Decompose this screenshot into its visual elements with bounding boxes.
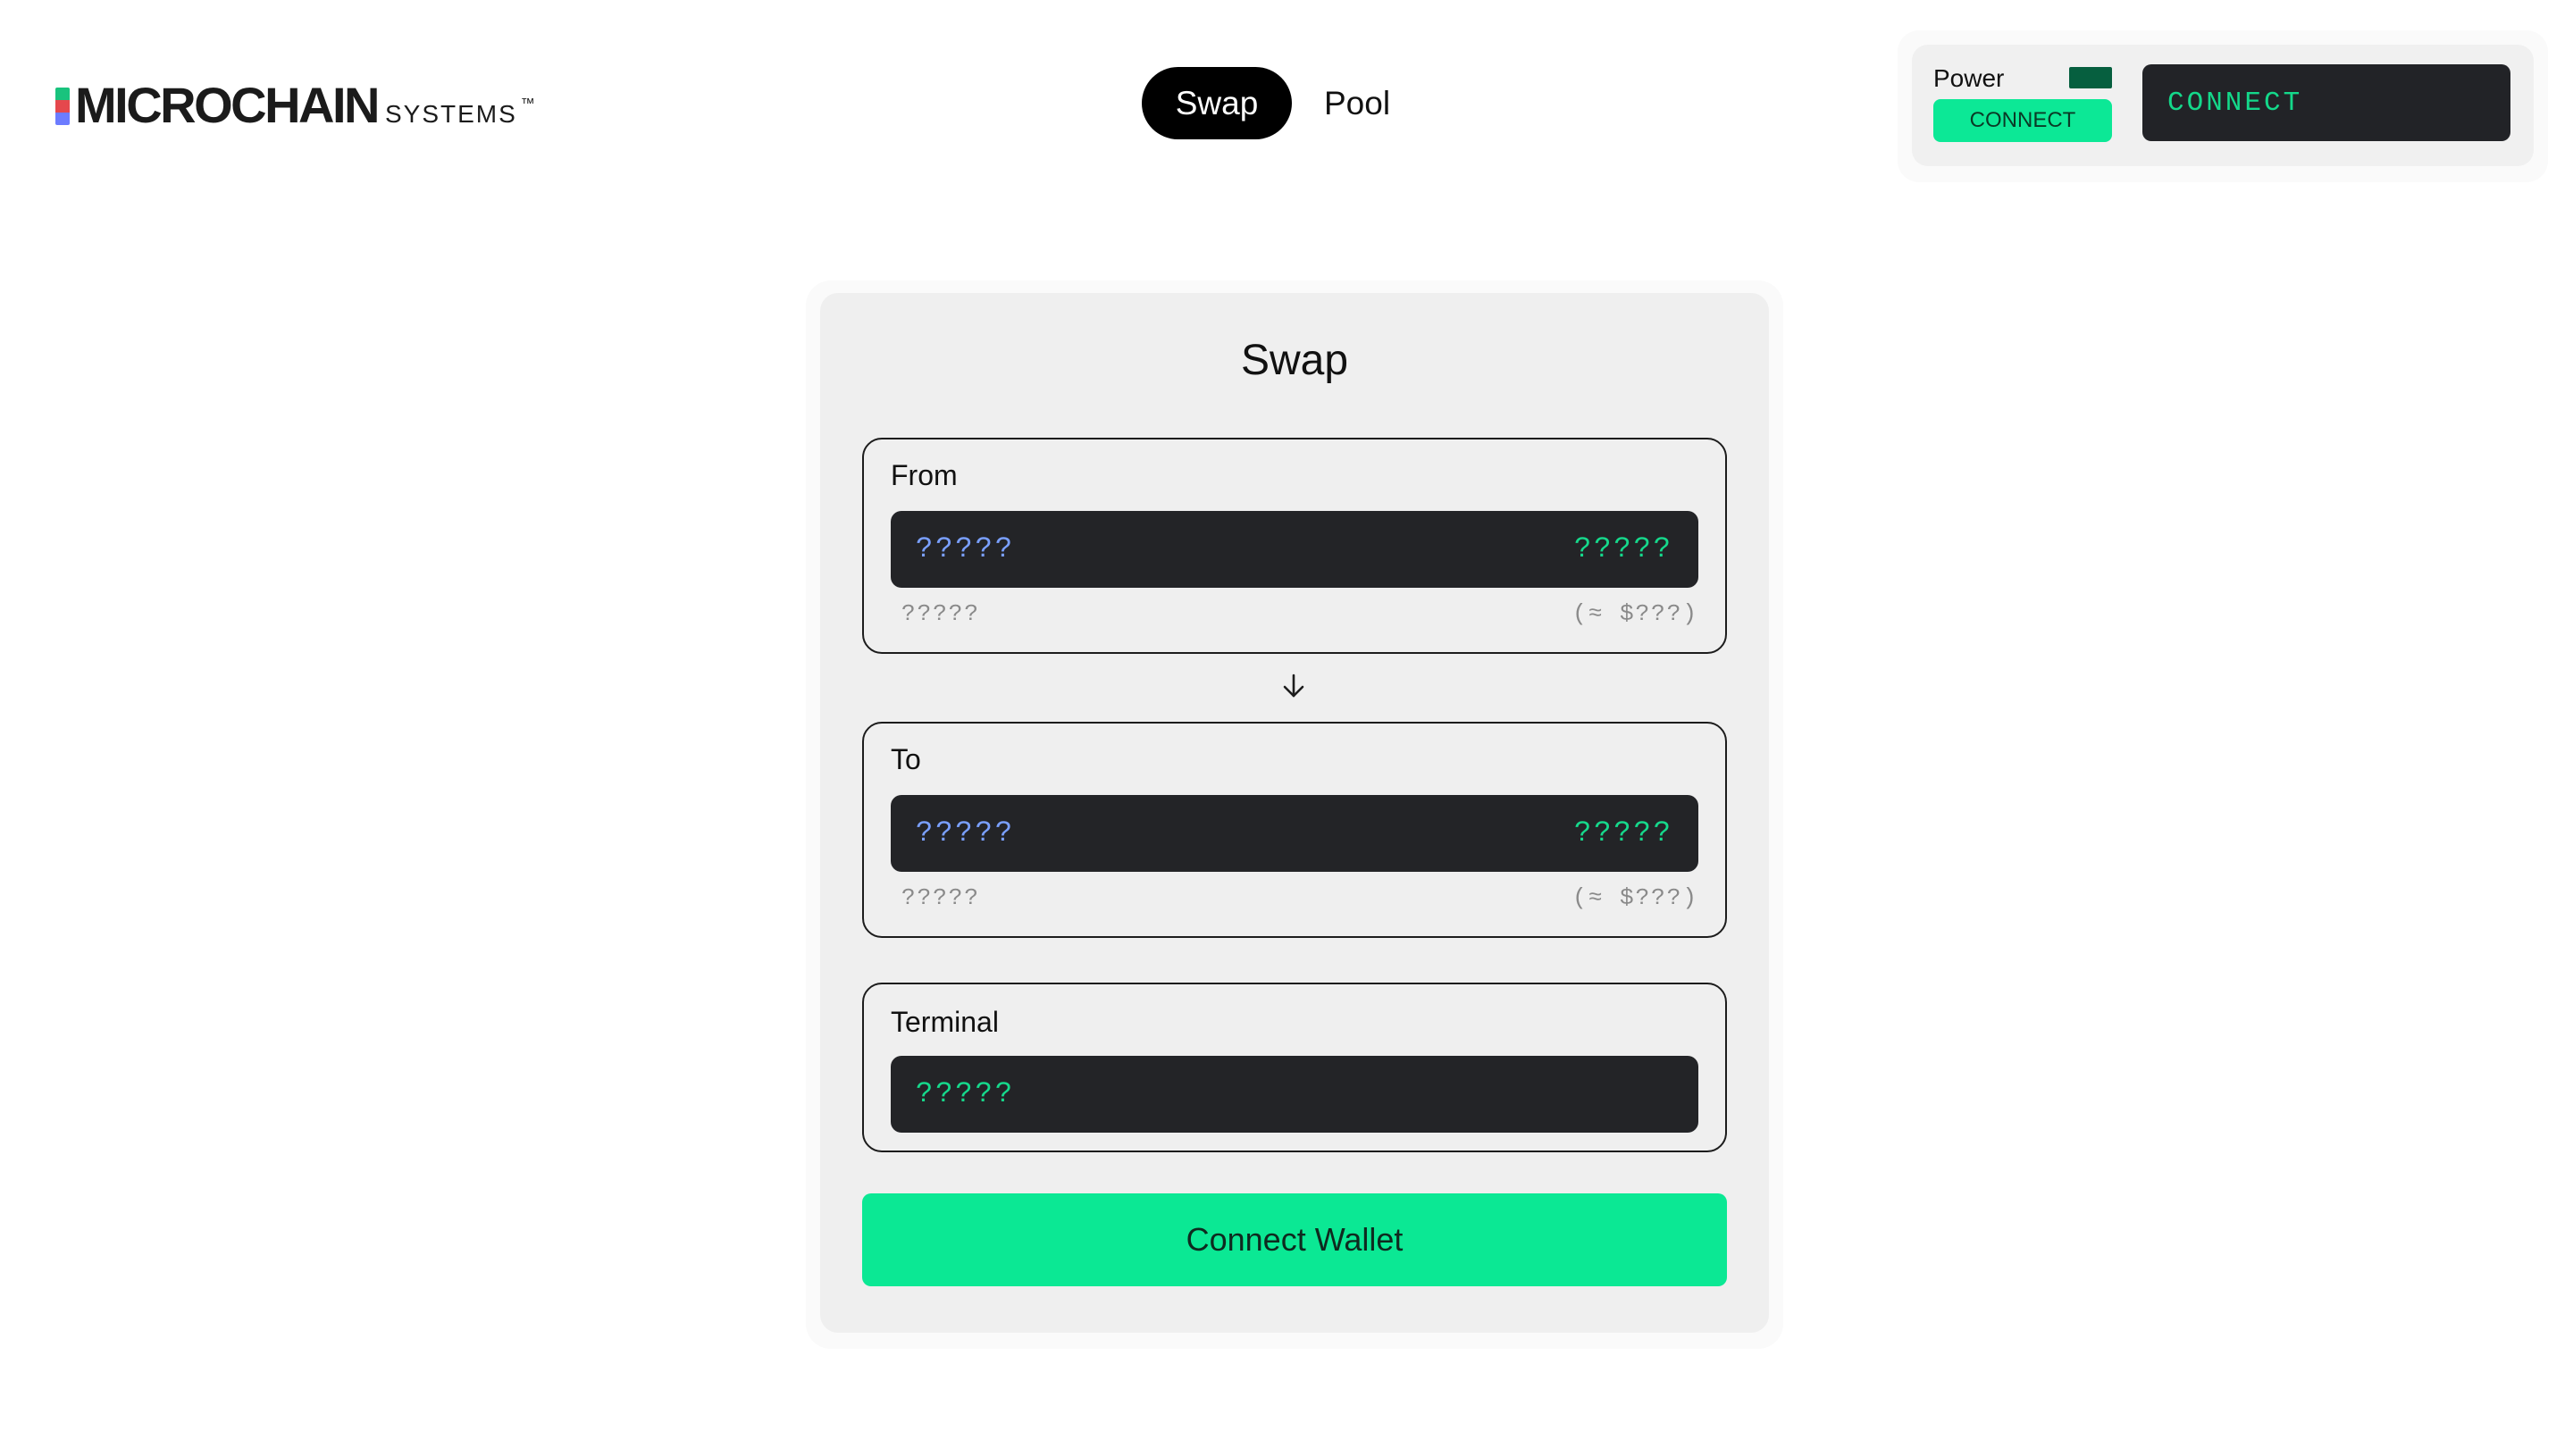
- logo-mark-segment-green: [55, 88, 70, 100]
- logo-mark-segment-red: [55, 100, 70, 113]
- to-label: To: [891, 743, 921, 775]
- connect-button[interactable]: CONNECT: [2142, 64, 2510, 141]
- to-token-field[interactable]: ????? ?????: [891, 795, 1698, 872]
- logo-mark-segment-blue: [55, 113, 70, 125]
- swap-card-title: Swap: [1240, 337, 1349, 384]
- to-balance: ?????: [901, 884, 981, 911]
- from-amount-input[interactable]: ?????: [1574, 532, 1673, 565]
- to-section: To ????? ????? ????? (≈ $???): [862, 722, 1727, 938]
- main-nav: Swap Pool: [1142, 67, 1408, 139]
- to-amount-output[interactable]: ?????: [1574, 816, 1673, 849]
- brand-sub: SYSTEMS: [384, 100, 517, 128]
- terminal-value: ?????: [916, 1077, 1016, 1110]
- from-usd-value: (≈ $???): [1572, 600, 1698, 627]
- terminal-field[interactable]: ?????: [891, 1056, 1698, 1133]
- terminal-section: Terminal ?????: [862, 983, 1727, 1152]
- from-label: From: [891, 459, 958, 491]
- brand-name: MICROCHAIN: [75, 77, 380, 133]
- tab-pool[interactable]: Pool: [1306, 67, 1408, 139]
- swap-direction-arrow-icon[interactable]: [1279, 672, 1308, 700]
- from-balance: ?????: [901, 600, 981, 627]
- to-token-select[interactable]: ?????: [916, 816, 1015, 849]
- logo-mark-icon: [55, 88, 70, 125]
- power-label: Power: [1933, 64, 2005, 92]
- brand-logo[interactable]: MICROCHAIN SYSTEMS ™: [55, 73, 535, 130]
- brand-trademark: ™: [520, 96, 535, 112]
- to-usd-value: (≈ $???): [1572, 884, 1698, 911]
- power-indicator-light: [2069, 67, 2112, 88]
- to-sub-row: ????? (≈ $???): [901, 884, 1698, 911]
- from-token-select[interactable]: ?????: [916, 532, 1015, 565]
- connect-wallet-button[interactable]: Connect Wallet: [862, 1193, 1727, 1286]
- from-section: From ????? ????? ????? (≈ $???): [862, 438, 1727, 654]
- tab-swap[interactable]: Swap: [1142, 67, 1292, 139]
- from-sub-row: ????? (≈ $???): [901, 600, 1698, 627]
- terminal-label: Terminal: [891, 1006, 999, 1038]
- from-token-field[interactable]: ????? ?????: [891, 511, 1698, 588]
- small-connect-button[interactable]: CONNECT: [1933, 99, 2112, 142]
